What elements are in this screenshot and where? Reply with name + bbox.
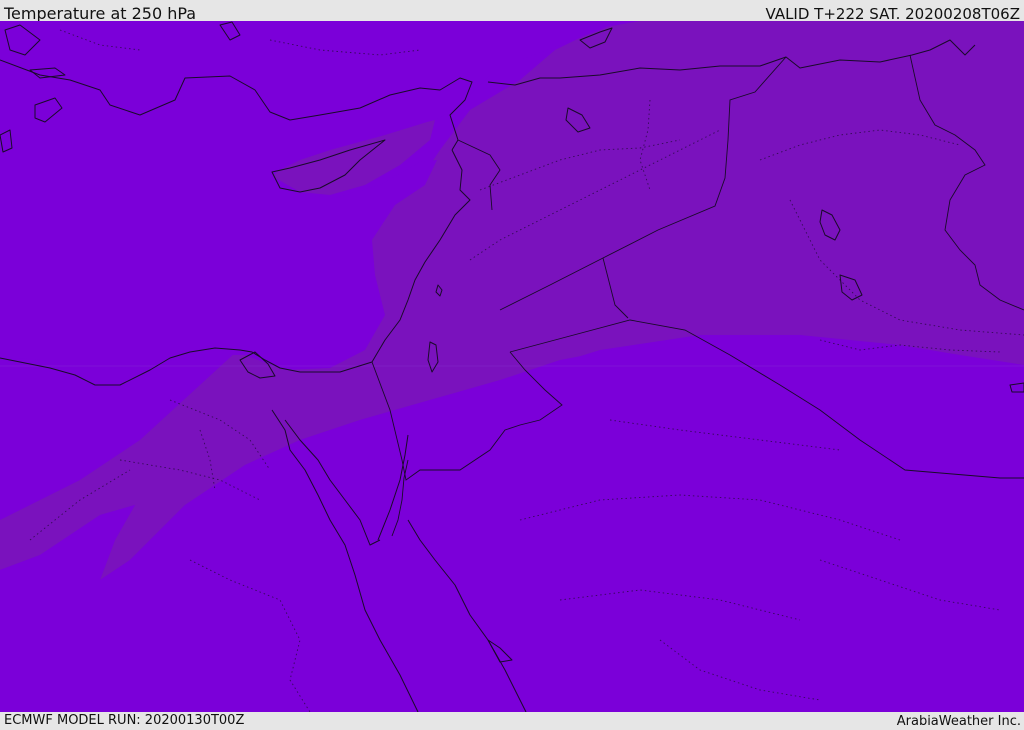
temperature-map[interactable]	[0, 21, 1024, 712]
credit-label: ArabiaWeather Inc.	[896, 714, 1021, 729]
model-run-label: ECMWF MODEL RUN: 20200130T00Z	[4, 713, 245, 728]
header-bar: Temperature at 250 hPa VALID T+222 SAT. …	[0, 0, 1024, 23]
footer-bar: ECMWF MODEL RUN: 20200130T00Z ArabiaWeat…	[0, 712, 1024, 729]
map-canvas	[0, 21, 1024, 712]
